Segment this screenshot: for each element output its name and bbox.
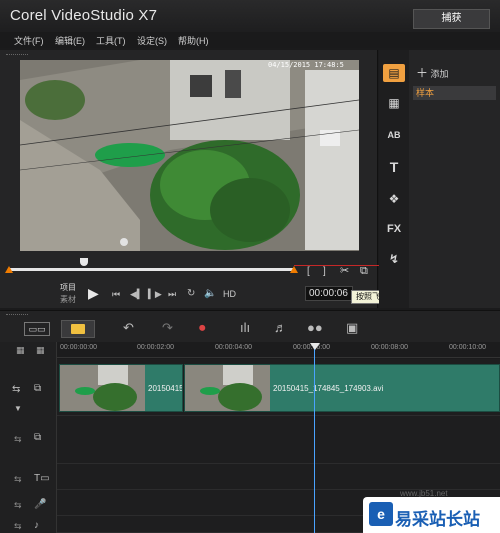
clip-name: 20150415_ xyxy=(148,384,182,393)
title-track-icon[interactable]: T▭ xyxy=(34,473,50,484)
path-icon[interactable]: ↯ xyxy=(383,250,405,268)
mark-in-icon[interactable]: [ xyxy=(307,266,310,277)
timeline-view-icon xyxy=(71,324,85,334)
overlay-track[interactable] xyxy=(57,416,500,464)
watermark-text: 易采站长站 xyxy=(395,510,480,529)
menu-tools[interactable]: 工具(T) xyxy=(96,34,126,47)
video-track-icon[interactable]: ⧉ xyxy=(34,383,41,394)
timeline-view-button[interactable] xyxy=(61,320,95,338)
subtitle-editor-icon[interactable]: ▣ xyxy=(346,320,358,336)
title-ab-icon[interactable]: AB xyxy=(383,126,405,144)
scrub-knob[interactable] xyxy=(80,258,88,266)
auto-music-icon[interactable]: ♬ xyxy=(274,320,287,335)
overlay-track-icon[interactable]: ⧉ xyxy=(34,432,41,443)
scissors-icon[interactable]: ✂ xyxy=(340,264,349,277)
app-title: Corel VideoStudio X7 xyxy=(10,7,158,24)
motion-track-icon[interactable]: ●● xyxy=(307,320,323,335)
mode-clip[interactable]: 素材 xyxy=(60,294,76,305)
previous-frame-icon[interactable]: ◀▍ xyxy=(130,289,144,300)
media-icon[interactable]: ▤ xyxy=(383,64,405,82)
fx-icon[interactable]: FX xyxy=(383,220,405,238)
menu-bar: 文件(F) 编辑(E) 工具(T) 设定(S) 帮助(H) xyxy=(0,32,500,48)
ruler-tick: 00:00:08:00 xyxy=(371,344,408,351)
video-frame xyxy=(20,60,359,251)
track-headers xyxy=(0,342,57,533)
timeline-grip[interactable] xyxy=(6,314,28,318)
scrub-bar[interactable] xyxy=(8,268,294,271)
clip-thumbnail xyxy=(185,365,270,411)
redo-icon[interactable]: ↷ xyxy=(162,320,173,336)
timecode-display[interactable]: 00:00:06 xyxy=(305,286,353,301)
mark-in-handle[interactable] xyxy=(5,266,13,273)
volume-icon[interactable]: 🔈 xyxy=(204,288,216,299)
title-track[interactable] xyxy=(57,464,500,490)
plus-icon: ＋ xyxy=(416,66,429,80)
mode-project[interactable]: 项目 xyxy=(60,282,76,293)
mark-out-handle[interactable] xyxy=(290,266,298,273)
menu-settings[interactable]: 设定(S) xyxy=(137,34,167,47)
track-expand-icon[interactable]: ▼ xyxy=(14,404,22,413)
mark-out-icon[interactable]: ] xyxy=(323,266,326,277)
menu-file[interactable]: 文件(F) xyxy=(14,34,44,47)
next-frame-icon[interactable]: ▍▶ xyxy=(148,289,162,300)
text-t-icon[interactable]: T xyxy=(383,158,405,176)
music-toggle-icon[interactable]: ⇆ xyxy=(14,521,22,532)
ruler-tick: 00:00:04:00 xyxy=(215,344,252,351)
clip-name: 20150415_174845_174903.avi xyxy=(273,384,384,393)
voice-toggle-icon[interactable]: ⇆ xyxy=(14,500,22,511)
video-timestamp: 04/15/2015 17:48:5 xyxy=(268,61,344,69)
panel-grip[interactable] xyxy=(6,54,28,58)
watermark-logo-icon: e xyxy=(369,502,393,526)
voice-track-icon[interactable]: 🎤 xyxy=(34,499,46,510)
ruler-tick: 00:00:02:00 xyxy=(137,344,174,351)
graphics-icon[interactable]: ❖ xyxy=(383,190,405,208)
video-clip[interactable]: 20150415_ xyxy=(59,364,183,412)
library-add-label: 添加 xyxy=(430,69,449,79)
add-chapter-icon[interactable]: ▦ xyxy=(36,345,45,356)
repeat-icon[interactable]: ↻ xyxy=(187,288,195,299)
overlay-toggle-icon[interactable]: ⇆ xyxy=(14,434,22,445)
video-preview[interactable] xyxy=(20,60,359,251)
instant-project-icon[interactable]: ▦ xyxy=(383,94,405,112)
ruler-tick: 00:00:10:00 xyxy=(449,344,486,351)
sound-mixer-icon[interactable]: ılı xyxy=(240,320,250,335)
timeline-ruler[interactable] xyxy=(57,342,500,358)
tab-capture[interactable]: 捕获 xyxy=(413,9,490,29)
library-category-bar: ▤ ▦ AB T ❖ FX ↯ xyxy=(379,50,409,308)
playhead-handle[interactable] xyxy=(310,343,320,350)
library-add-button[interactable]: ＋ 添加 xyxy=(416,64,449,81)
timeline-playhead[interactable] xyxy=(314,345,315,533)
hd-label[interactable]: HD xyxy=(223,289,236,299)
storyboard-view-icon[interactable]: ▭▭ xyxy=(24,322,50,336)
end-icon[interactable]: ⏭ xyxy=(168,289,176,300)
video-clip[interactable]: 20150415_174845_174903.avi xyxy=(184,364,500,412)
track-manager-icon[interactable]: ▦ xyxy=(16,345,25,356)
title-toggle-icon[interactable]: ⇆ xyxy=(14,474,22,485)
library-folder-item[interactable]: 样本 xyxy=(413,86,496,100)
home-icon[interactable]: ⏮ xyxy=(112,289,120,300)
track-toggle-icon[interactable]: ⇆ xyxy=(12,384,20,395)
menu-help[interactable]: 帮助(H) xyxy=(178,34,209,47)
play-icon[interactable]: ▶ xyxy=(88,285,99,302)
menu-edit[interactable]: 编辑(E) xyxy=(55,34,85,47)
ruler-tick: 00:00:00:00 xyxy=(60,344,97,351)
record-capture-icon[interactable]: ⏺ xyxy=(199,320,206,336)
enlarge-icon[interactable]: ⧉ xyxy=(360,265,368,278)
clip-thumbnail xyxy=(60,365,145,411)
undo-icon[interactable]: ↶ xyxy=(123,320,134,336)
music-track-icon[interactable]: ♪ xyxy=(34,520,39,531)
